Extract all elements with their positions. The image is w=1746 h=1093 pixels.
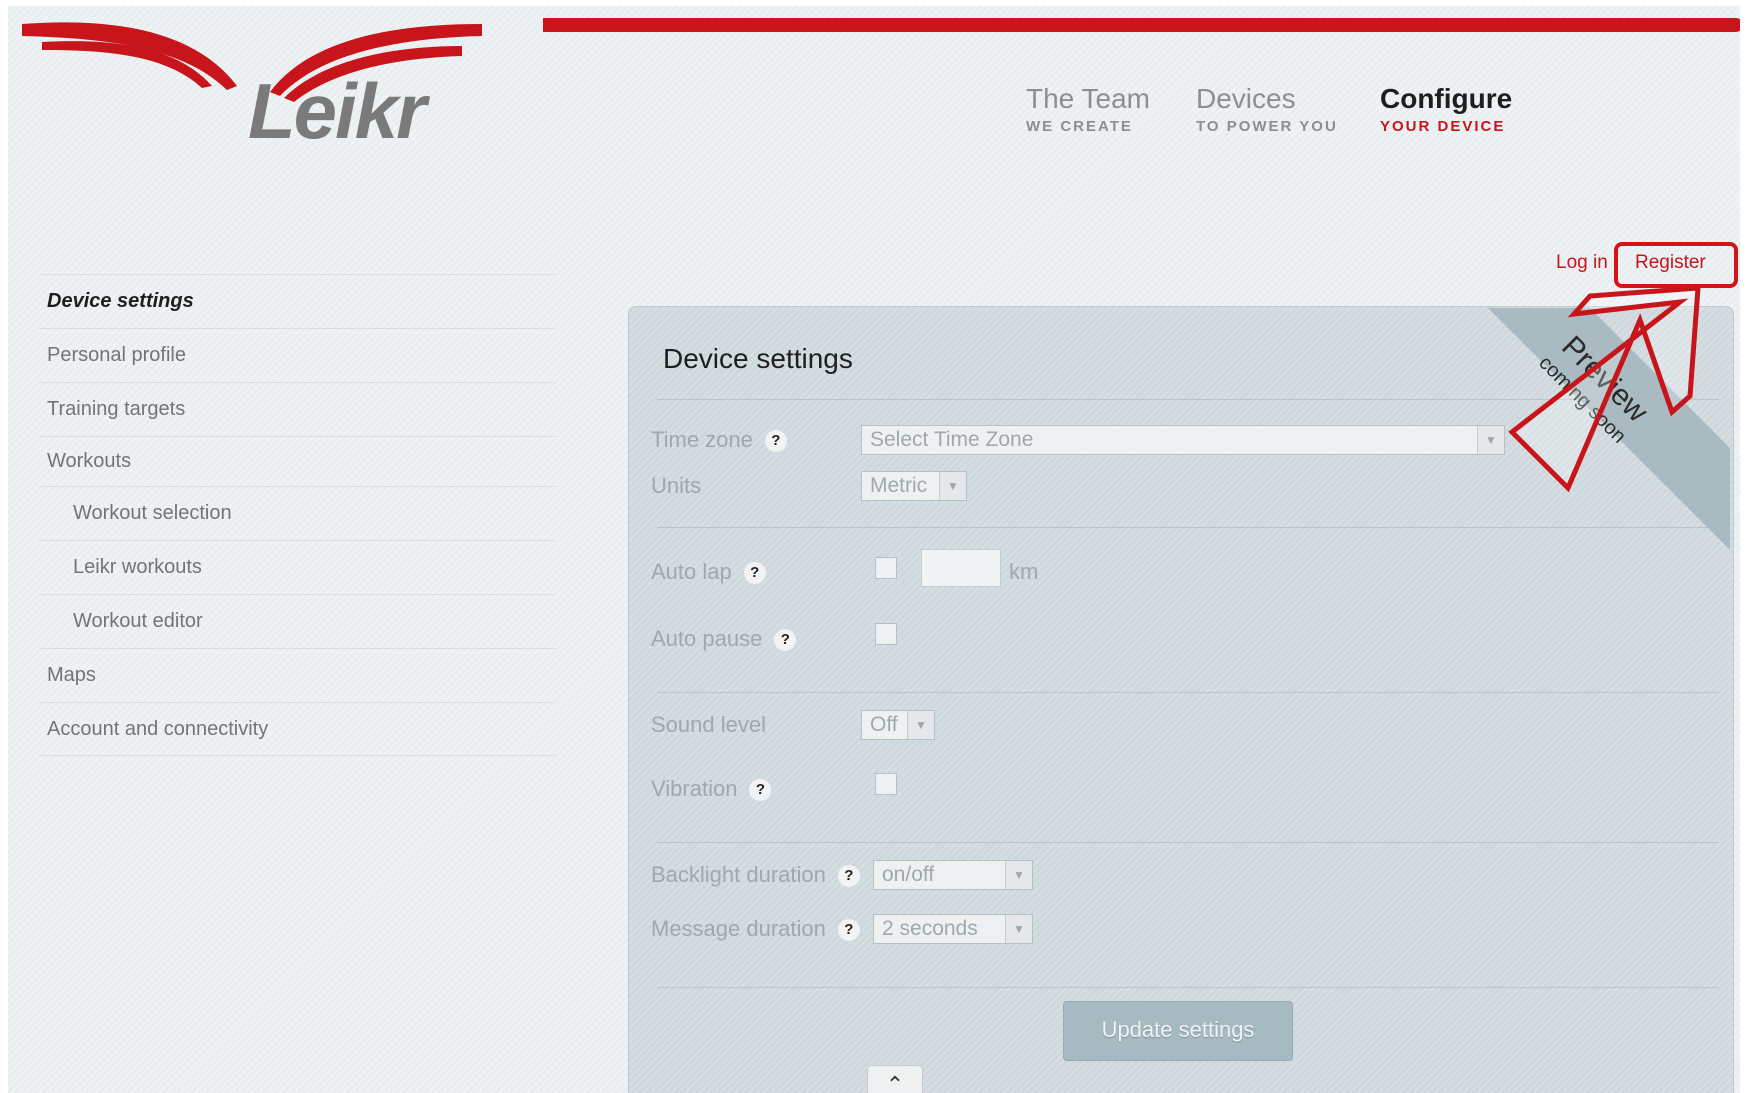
page-background: Leikr The Team WE CREATE Devices TO POWE… — [8, 6, 1740, 1093]
panel-title: Device settings — [663, 343, 853, 374]
message-duration-label: Message duration? — [651, 916, 860, 942]
sidebar: Device settings Personal profile Trainin… — [39, 274, 556, 756]
time-zone-select[interactable]: Select Time Zone ▼ — [861, 425, 1505, 455]
auto-lap-unit: km — [1009, 559, 1039, 584]
sidebar-item-workout-selection[interactable]: Workout selection — [39, 486, 556, 540]
auto-lap-distance-input[interactable] — [921, 549, 1001, 587]
time-zone-label-text: Time zone — [651, 427, 753, 452]
back-to-top-button[interactable]: ⌃ — [867, 1065, 923, 1093]
sidebar-item-account-connectivity[interactable]: Account and connectivity — [39, 702, 556, 756]
auto-pause-help-icon[interactable]: ? — [774, 629, 797, 651]
nav-configure[interactable]: Configure YOUR DEVICE — [1380, 83, 1513, 136]
sound-level-label: Sound level — [651, 712, 766, 737]
time-zone-label: Time zone? — [651, 427, 787, 453]
sidebar-item-workouts[interactable]: Workouts — [39, 436, 556, 486]
message-duration-select-value: 2 seconds — [882, 917, 978, 940]
divider — [657, 399, 1719, 400]
device-settings-panel: Device settings Time zone? Select Time Z… — [628, 306, 1734, 1093]
chevron-down-icon: ▼ — [1005, 861, 1032, 889]
time-zone-select-value: Select Time Zone — [870, 428, 1034, 451]
nav-the-team-title: The Team — [1026, 83, 1150, 114]
message-duration-help-icon[interactable]: ? — [837, 919, 860, 941]
chevron-down-icon: ▼ — [907, 711, 934, 739]
auto-pause-label: Auto pause? — [651, 626, 797, 652]
divider — [657, 842, 1719, 843]
login-link[interactable]: Log in — [1556, 252, 1608, 274]
nav-configure-title: Configure — [1380, 83, 1513, 114]
sidebar-item-leikr-workouts[interactable]: Leikr workouts — [39, 540, 556, 594]
divider — [657, 692, 1719, 693]
auto-pause-checkbox[interactable] — [875, 623, 897, 645]
auto-pause-label-text: Auto pause — [651, 626, 763, 651]
message-duration-label-text: Message duration — [651, 916, 826, 941]
auto-lap-label-text: Auto lap — [651, 559, 732, 584]
auto-lap-checkbox[interactable] — [875, 557, 897, 579]
chevron-down-icon: ▼ — [939, 472, 966, 500]
sound-level-select-value: Off — [870, 713, 898, 736]
message-duration-select[interactable]: 2 seconds ▼ — [873, 914, 1033, 944]
nav-devices-subtitle: TO POWER YOU — [1196, 118, 1338, 135]
header-stripe — [543, 18, 1740, 32]
sidebar-item-device-settings[interactable]: Device settings — [39, 274, 556, 328]
backlight-duration-help-icon[interactable]: ? — [837, 865, 860, 887]
register-highlight-box — [1614, 242, 1738, 288]
backlight-duration-select[interactable]: on/off ▼ — [873, 860, 1033, 890]
backlight-duration-label-text: Backlight duration — [651, 862, 826, 887]
vibration-label-text: Vibration — [651, 776, 738, 801]
time-zone-help-icon[interactable]: ? — [764, 430, 787, 452]
sidebar-item-personal-profile[interactable]: Personal profile — [39, 328, 556, 382]
nav-devices[interactable]: Devices TO POWER YOU — [1196, 83, 1338, 136]
nav-devices-title: Devices — [1196, 83, 1296, 114]
backlight-duration-select-value: on/off — [882, 863, 935, 886]
units-select[interactable]: Metric ▼ — [861, 471, 967, 501]
sidebar-item-training-targets[interactable]: Training targets — [39, 382, 556, 436]
vibration-help-icon[interactable]: ? — [749, 779, 772, 801]
chevron-down-icon: ▼ — [1005, 915, 1032, 943]
chevron-down-icon: ▼ — [1477, 426, 1504, 454]
vibration-checkbox[interactable] — [875, 773, 897, 795]
nav-the-team-subtitle: WE CREATE — [1026, 118, 1133, 135]
auto-lap-help-icon[interactable]: ? — [743, 562, 766, 584]
sidebar-item-workout-editor[interactable]: Workout editor — [39, 594, 556, 648]
backlight-duration-label: Backlight duration? — [651, 862, 860, 888]
auto-lap-label: Auto lap? — [651, 559, 766, 585]
sidebar-item-maps[interactable]: Maps — [39, 648, 556, 702]
units-select-value: Metric — [870, 474, 928, 497]
divider — [657, 527, 1719, 528]
sound-level-select[interactable]: Off ▼ — [861, 710, 935, 740]
divider — [657, 987, 1719, 988]
logo-wordmark: Leikr — [248, 67, 426, 155]
nav-configure-subtitle: YOUR DEVICE — [1380, 118, 1506, 135]
update-settings-button[interactable]: Update settings — [1063, 1001, 1293, 1061]
units-label: Units — [651, 473, 702, 498]
nav-the-team[interactable]: The Team WE CREATE — [1026, 83, 1150, 136]
vibration-label: Vibration? — [651, 776, 772, 802]
